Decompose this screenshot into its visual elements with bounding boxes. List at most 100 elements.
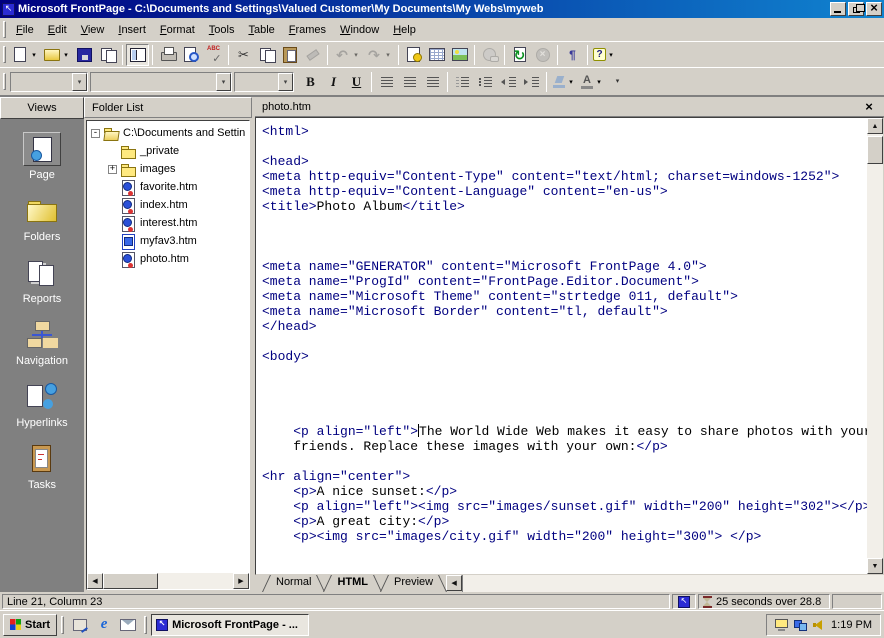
expand-icon[interactable]: + bbox=[108, 165, 117, 174]
menu-frames[interactable]: Frames bbox=[282, 21, 333, 39]
underline-button[interactable]: U bbox=[345, 71, 368, 93]
open-file-button[interactable]: ▾ bbox=[41, 44, 73, 66]
folder-tree-item-images[interactable]: +images bbox=[87, 160, 249, 178]
bold-button[interactable]: B bbox=[299, 71, 322, 93]
dropdown-arrow-icon[interactable]: ▾ bbox=[216, 73, 231, 91]
hscrollbar-track[interactable] bbox=[103, 573, 233, 589]
menu-file[interactable]: File bbox=[9, 21, 41, 39]
toolbar-grip[interactable] bbox=[3, 73, 6, 90]
menu-format[interactable]: Format bbox=[153, 21, 202, 39]
scroll-up-button[interactable]: ▲ bbox=[867, 118, 883, 134]
network-tray-icon[interactable] bbox=[794, 619, 807, 631]
scroll-right-button[interactable]: ▶ bbox=[233, 573, 249, 589]
folder-tree-item-myfav3-htm[interactable]: myfav3.htm bbox=[87, 232, 249, 250]
dropdown-arrow-icon[interactable]: ▾ bbox=[606, 44, 616, 66]
tab-scroll-left-button[interactable]: ◀ bbox=[446, 575, 462, 591]
toolbar-grip[interactable] bbox=[3, 21, 6, 38]
undo-button[interactable]: ↶▾ bbox=[331, 44, 363, 66]
folder-tree-item-index-htm[interactable]: index.htm bbox=[87, 196, 249, 214]
folder-tree[interactable]: -C:\Documents and Settin_private+imagesf… bbox=[87, 121, 249, 573]
scroll-left-button[interactable]: ◀ bbox=[87, 573, 103, 589]
spelling-button[interactable]: ABC bbox=[202, 44, 225, 66]
menu-table[interactable]: Table bbox=[241, 21, 281, 39]
size-combo[interactable]: ▾ bbox=[234, 72, 294, 92]
menu-tools[interactable]: Tools bbox=[202, 21, 242, 39]
volume-tray-icon[interactable] bbox=[813, 619, 825, 631]
align-center-button[interactable] bbox=[398, 71, 421, 93]
views-item-reports[interactable]: Reports bbox=[0, 256, 84, 305]
preview-in-browser-button[interactable] bbox=[179, 44, 202, 66]
style-combo[interactable]: ▾ bbox=[10, 72, 88, 92]
taskbar-grip[interactable] bbox=[144, 616, 147, 634]
menu-window[interactable]: Window bbox=[333, 21, 386, 39]
frontpage-app-icon[interactable]: ↖ bbox=[2, 3, 15, 16]
numbered-list-button[interactable] bbox=[451, 71, 474, 93]
internet-explorer-icon[interactable]: e bbox=[96, 618, 112, 632]
views-item-page[interactable]: Page bbox=[0, 132, 84, 181]
html-code-area[interactable]: <html><head><meta http-equiv="Content-Ty… bbox=[256, 118, 867, 574]
editor-tab-preview[interactable]: Preview bbox=[381, 575, 446, 592]
close-document-button[interactable]: × bbox=[861, 99, 877, 114]
align-right-button[interactable] bbox=[421, 71, 444, 93]
dropdown-arrow-icon[interactable]: ▾ bbox=[278, 73, 293, 91]
vscrollbar-track[interactable] bbox=[867, 134, 883, 558]
start-button[interactable]: Start bbox=[3, 614, 57, 636]
taskbar-grip[interactable] bbox=[61, 616, 64, 634]
menu-insert[interactable]: Insert bbox=[111, 21, 153, 39]
save-button[interactable] bbox=[73, 44, 96, 66]
folder-tree-item-c-documents-and-settin[interactable]: -C:\Documents and Settin bbox=[87, 124, 249, 142]
dropdown-arrow-icon[interactable]: ▾ bbox=[351, 44, 361, 66]
print-button[interactable] bbox=[156, 44, 179, 66]
dropdown-arrow-icon[interactable]: ▾ bbox=[383, 44, 393, 66]
insert-table-button[interactable] bbox=[425, 44, 448, 66]
stop-button[interactable] bbox=[531, 44, 554, 66]
format-painter-button[interactable] bbox=[301, 44, 324, 66]
folder-list-toggle-button[interactable] bbox=[126, 44, 149, 66]
increase-indent-button[interactable] bbox=[520, 71, 543, 93]
scroll-down-button[interactable]: ▼ bbox=[867, 558, 883, 574]
views-item-folders[interactable]: Folders bbox=[0, 194, 84, 243]
folder-tree-item--private[interactable]: _private bbox=[87, 142, 249, 160]
views-item-hyperlinks[interactable]: Hyperlinks bbox=[0, 380, 84, 429]
insert-component-button[interactable] bbox=[402, 44, 425, 66]
folder-tree-item-photo-htm[interactable]: photo.htm bbox=[87, 250, 249, 268]
vscrollbar-thumb[interactable] bbox=[867, 136, 883, 164]
taskbar-task-button[interactable]: ↖Microsoft FrontPage - ... bbox=[151, 614, 309, 636]
dropdown-arrow-icon[interactable]: ▾ bbox=[72, 73, 87, 91]
align-left-button[interactable] bbox=[375, 71, 398, 93]
toolbar-grip[interactable] bbox=[3, 46, 6, 63]
refresh-button[interactable]: ↻ bbox=[508, 44, 531, 66]
views-item-tasks[interactable]: Tasks bbox=[0, 442, 84, 491]
close-button[interactable] bbox=[866, 2, 882, 16]
minimize-button[interactable] bbox=[830, 2, 846, 16]
copy-button[interactable] bbox=[255, 44, 278, 66]
outlook-express-icon[interactable] bbox=[120, 618, 136, 632]
editor-tab-html[interactable]: HTML bbox=[324, 575, 381, 592]
new-page-button[interactable]: ▾ bbox=[9, 44, 41, 66]
more-buttons-button[interactable]: ▾ bbox=[606, 71, 629, 93]
dropdown-arrow-icon[interactable]: ▾ bbox=[29, 44, 39, 66]
hscrollbar-thumb[interactable] bbox=[103, 573, 158, 589]
cut-button[interactable]: ✂ bbox=[232, 44, 255, 66]
folder-tree-item-interest-htm[interactable]: interest.htm bbox=[87, 214, 249, 232]
dropdown-arrow-icon[interactable]: ▾ bbox=[61, 44, 71, 66]
font-combo[interactable]: ▾ bbox=[90, 72, 232, 92]
menu-help[interactable]: Help bbox=[386, 21, 423, 39]
dropdown-arrow-icon[interactable]: ▾ bbox=[566, 71, 576, 93]
editor-hscrollbar-track[interactable] bbox=[462, 575, 884, 592]
decrease-indent-button[interactable] bbox=[497, 71, 520, 93]
redo-button[interactable]: ↷▾ bbox=[363, 44, 395, 66]
font-color-button[interactable]: A▾ bbox=[578, 71, 606, 93]
show-desktop-icon[interactable] bbox=[72, 618, 88, 632]
publish-web-button[interactable] bbox=[96, 44, 119, 66]
bulleted-list-button[interactable] bbox=[474, 71, 497, 93]
italic-button[interactable]: I bbox=[322, 71, 345, 93]
paste-button[interactable] bbox=[278, 44, 301, 66]
display-tray-icon[interactable] bbox=[775, 619, 788, 631]
editor-tab-normal[interactable]: Normal bbox=[263, 575, 324, 592]
folder-tree-item-favorite-htm[interactable]: favorite.htm bbox=[87, 178, 249, 196]
hyperlink-button[interactable] bbox=[478, 44, 501, 66]
help-button[interactable]: ?▾ bbox=[591, 44, 618, 66]
show-all-button[interactable]: ¶ bbox=[561, 44, 584, 66]
collapse-icon[interactable]: - bbox=[91, 129, 100, 138]
